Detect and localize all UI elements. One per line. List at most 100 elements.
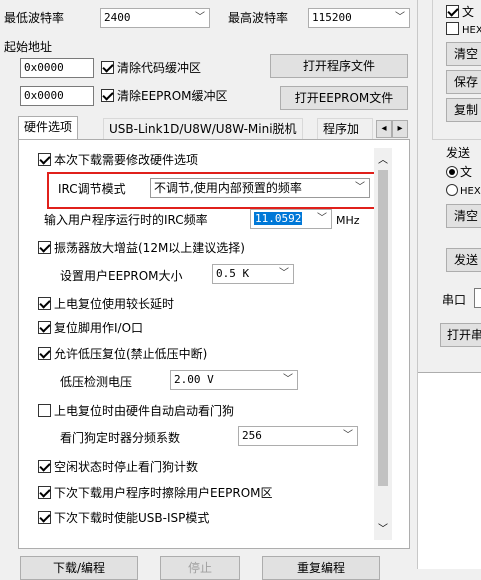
max-baud-value: 115200 [312,11,352,24]
watchdog-div-value: 256 [242,429,262,442]
checkbox-icon [38,460,51,473]
checkbox-icon [38,297,51,310]
receive-hex-option[interactable]: HEX [446,22,481,39]
watchdog-div-label: 看门狗定时器分频系数 [60,431,181,445]
receive-hex-label: HEX [462,25,481,36]
usb-isp-label: 下次下载时使能USB-ISP模式 [54,511,210,525]
tab-scroll-left-button[interactable]: ◂ [376,120,392,138]
send-clear-button[interactable]: 清空 [446,204,481,228]
irc-mode-label: IRC调节模式 [58,182,126,196]
send-group-label: 发送 [446,146,471,160]
start-address-label: 起始地址 [4,40,53,54]
tab-scroll-right-button[interactable]: ▸ [392,120,408,138]
open-port-button[interactable]: 打开串 [440,323,481,347]
checkbox-icon [38,486,51,499]
min-baud-value: 2400 [104,11,131,24]
eeprom-size-label: 设置用户EEPROM大小 [60,269,183,283]
receive-text-label: 文 [462,5,475,19]
send-hex-option[interactable]: HEX [446,184,481,200]
low-voltage-label: 低压检测电压 [60,375,133,389]
low-voltage-select[interactable]: 2.00 V ﹀ [170,370,298,390]
receive-clear-button[interactable]: 清空 [446,42,481,66]
copy-button[interactable]: 复制 [446,98,481,122]
chevron-down-icon: ﹀ [355,182,365,193]
radio-icon [446,166,458,178]
reset-pin-label: 复位脚用作I/O口 [54,321,144,335]
code-address-input[interactable]: 0x0000 [20,58,94,78]
checkbox-icon [446,22,459,35]
eeprom-size-value: 0.5 K [216,267,250,280]
max-baud-select[interactable]: 115200 ﹀ [308,8,410,28]
irc-mode-value: 不调节,使用内部预置的频率 [154,181,302,195]
idle-stop-wdt-option[interactable]: 空闲状态时停止看门狗计数 [38,459,198,475]
chevron-up-icon[interactable]: ︿ [378,151,388,166]
clear-code-label: 清除代码缓冲区 [117,61,202,75]
scrollbar-thumb[interactable] [378,170,388,486]
erase-eeprom-option[interactable]: 下次下载用户程序时擦除用户EEPROM区 [38,485,273,501]
irc-freq-select[interactable]: 11.0592 ﹀ [250,209,332,229]
chevron-down-icon: ﹀ [343,430,353,441]
tab-usb-link-offline[interactable]: USB-Link1D/U8W/U8W-Mini脱机 [103,118,303,140]
irc-mode-select[interactable]: 不调节,使用内部预置的频率 ﹀ [150,178,370,198]
low-voltage-reset-option[interactable]: 允许低压复位(禁止低压中断) [38,346,207,362]
eeprom-address-input[interactable]: 0x0000 [20,86,94,106]
reset-hw-option[interactable]: 本次下载需要修改硬件选项 [38,152,198,168]
clear-code-checkbox[interactable]: 清除代码缓冲区 [101,60,201,76]
tab-hardware-options[interactable]: 硬件选项 [18,116,79,140]
max-baud-label: 最高波特率 [228,11,289,25]
send-text-label: 文 [460,165,473,179]
watchdog-auto-label: 上电复位时由硬件自动启动看门狗 [54,404,235,418]
checkbox-icon [38,404,51,417]
radio-icon [446,184,458,196]
checkbox-icon [38,153,51,166]
receive-text-option[interactable]: 文 [446,4,474,20]
watchdog-div-select[interactable]: 256 ﹀ [238,426,358,446]
erase-eeprom-label: 下次下载用户程序时擦除用户EEPROM区 [54,486,273,500]
min-baud-label: 最低波特率 [4,11,65,25]
chevron-down-icon: ﹀ [395,12,405,23]
eeprom-size-select[interactable]: 0.5 K ﹀ [212,264,294,284]
port-label: 串口 [442,293,467,307]
tab-program-encrypt[interactable]: 程序加 [317,118,373,140]
reset-pin-option[interactable]: 复位脚用作I/O口 [38,320,143,336]
checkbox-icon [38,347,51,360]
power-on-delay-option[interactable]: 上电复位使用较长延时 [38,296,174,312]
amp-gain-label: 振荡器放大增益(12M以上建议选择) [54,241,245,255]
open-program-file-button[interactable]: 打开程序文件 [270,54,408,78]
irc-freq-label: 输入用户程序运行时的IRC频率 [44,213,208,227]
usb-isp-option[interactable]: 下次下载时使能USB-ISP模式 [38,510,209,526]
send-hex-label: HEX [460,186,481,197]
checkbox-icon [38,511,51,524]
chevron-down-icon: ﹀ [279,268,289,279]
reset-hw-label: 本次下载需要修改硬件选项 [54,153,199,167]
watchdog-auto-option[interactable]: 上电复位时由硬件自动启动看门狗 [38,403,234,419]
download-program-button[interactable]: 下载/编程 [20,556,138,580]
checkbox-icon [38,321,51,334]
power-on-delay-label: 上电复位使用较长延时 [54,297,175,311]
open-eeprom-file-button[interactable]: 打开EEPROM文件 [280,86,408,110]
checkbox-icon [38,241,51,254]
reprogram-button[interactable]: 重复编程 [262,556,380,580]
clear-eeprom-checkbox[interactable]: 清除EEPROM缓冲区 [101,88,228,104]
checkbox-icon [446,5,459,18]
low-voltage-reset-label: 允许低压复位(禁止低压中断) [54,347,208,361]
chevron-down-icon: ﹀ [195,12,205,23]
checkbox-icon [101,61,114,74]
irc-freq-unit: MHz [336,214,360,227]
chevron-down-icon: ﹀ [283,374,293,385]
send-text-option[interactable]: 文 [446,164,472,180]
amp-gain-option[interactable]: 振荡器放大增益(12M以上建议选择) [38,240,245,256]
chevron-down-icon: ﹀ [317,213,327,224]
irc-freq-value: 11.0592 [254,212,303,225]
send-button[interactable]: 发送 [446,248,481,272]
chevron-down-icon[interactable]: ﹀ [378,520,388,535]
options-scrollbar[interactable]: ︿ ﹀ [374,148,392,540]
save-button[interactable]: 保存 [446,70,481,94]
min-baud-select[interactable]: 2400 ﹀ [100,8,210,28]
idle-stop-wdt-label: 空闲状态时停止看门狗计数 [54,460,199,474]
output-area[interactable] [418,372,481,569]
clear-eeprom-label: 清除EEPROM缓冲区 [117,89,228,103]
low-voltage-value: 2.00 V [174,373,214,386]
port-select[interactable] [474,288,481,308]
stop-button[interactable]: 停止 [160,556,240,580]
